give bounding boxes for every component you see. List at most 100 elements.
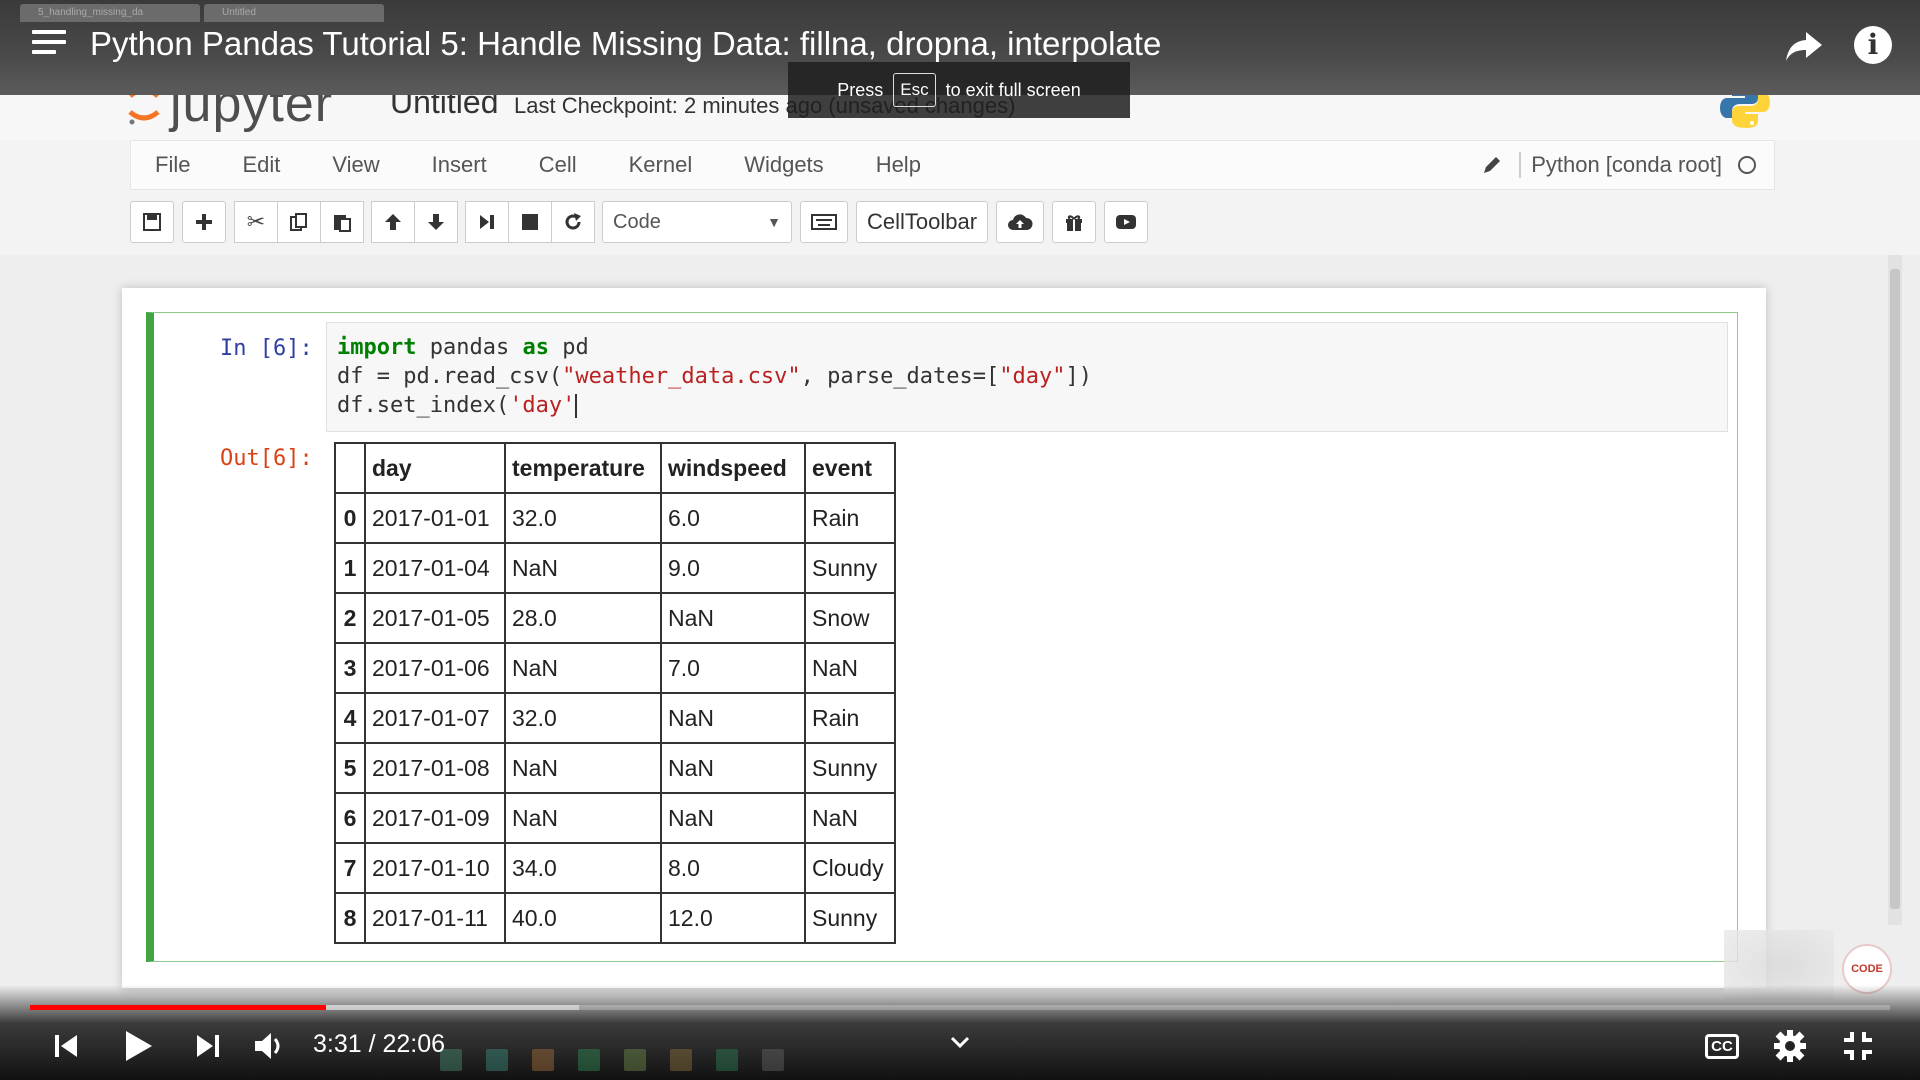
cell-event: Sunny [804,742,896,794]
browser-tab[interactable]: 5_handling_missing_da [20,4,200,22]
table-row: 3 2017-01-06 NaN 7.0 NaN [334,642,896,694]
stop-button[interactable] [508,201,552,243]
keyboard-icon [811,214,837,230]
previous-button[interactable] [48,1024,84,1068]
row-index: 1 [334,542,366,594]
cell-event: NaN [804,792,896,844]
table-row: 0 2017-01-01 32.0 6.0 Rain [334,492,896,544]
captions-label: CC [1705,1033,1739,1059]
youtube-button[interactable] [1104,201,1149,243]
captions-button[interactable]: CC [1704,1024,1740,1068]
restart-icon [565,213,581,230]
cell-day: 2017-01-01 [364,492,506,544]
menu-cell[interactable]: Cell [539,152,577,178]
taskbar-app-icon [716,1049,738,1071]
video-title[interactable]: Python Pandas Tutorial 5: Handle Missing… [90,24,1161,64]
table-row: 5 2017-01-08 NaN NaN Sunny [334,742,896,794]
copy-button[interactable] [277,201,321,243]
scrollbar-thumb[interactable] [1890,269,1900,909]
text-cursor [575,394,578,418]
cell-windspeed: 6.0 [660,492,806,544]
menu-view[interactable]: View [332,152,379,178]
code-editor[interactable]: import pandas as pd df = pd.read_csv("we… [326,322,1728,432]
fullscreen-toast: Press Esc to exit full screen [788,62,1130,118]
cell-event: Rain [804,492,896,544]
cell-windspeed: NaN [660,792,806,844]
cell-temperature: 32.0 [504,692,662,744]
cell-event: NaN [804,642,896,694]
cloud-upload-button[interactable] [996,201,1045,243]
gift-icon [1066,215,1083,231]
paste-button[interactable] [320,201,364,243]
skip-previous-icon [55,1035,77,1057]
cell-day: 2017-01-05 [364,592,506,644]
restart-button[interactable] [551,201,595,243]
cell-type-value: Code [613,210,661,233]
stop-icon [522,214,538,230]
esc-key-badge: Esc [893,73,936,107]
menu-help[interactable]: Help [876,152,921,178]
column-header-temperature: temperature [504,442,662,494]
page-scrollbar[interactable] [1888,255,1902,925]
pencil-icon[interactable] [1481,154,1503,176]
cut-button[interactable]: ✂ [234,201,278,243]
exit-fullscreen-button[interactable] [1838,1024,1878,1068]
cell-temperature: 28.0 [504,592,662,644]
cell-temperature: 34.0 [504,842,662,894]
row-index: 4 [334,692,366,744]
progress-bar[interactable] [30,1005,1890,1010]
next-button[interactable] [190,1024,226,1068]
youtube-icon [1116,215,1137,229]
chevron-down-icon: ▼ [767,214,781,230]
run-button[interactable] [465,201,509,243]
save-icon [143,213,161,231]
table-row: 1 2017-01-04 NaN 9.0 Sunny [334,542,896,594]
chevron-down-icon[interactable] [948,1030,972,1054]
menu-kernel[interactable]: Kernel [629,152,693,178]
cell-day: 2017-01-06 [364,642,506,694]
share-icon[interactable] [1784,28,1824,64]
play-button[interactable] [118,1024,158,1068]
move-down-button[interactable] [414,201,458,243]
mute-button[interactable] [250,1024,290,1068]
cell-temperature: NaN [504,642,662,694]
move-up-button[interactable] [371,201,415,243]
cell-day: 2017-01-10 [364,842,506,894]
table-row: 6 2017-01-09 NaN NaN NaN [334,792,896,844]
info-icon[interactable]: i [1854,26,1892,64]
cell-day: 2017-01-07 [364,692,506,744]
celltoolbar-button[interactable]: CellToolbar [856,201,989,243]
code-line-3: df.set_index('day' [337,393,578,418]
menu-insert[interactable]: Insert [432,152,487,178]
table-row: 2 2017-01-05 28.0 NaN Snow [334,592,896,644]
move-down-icon [428,214,444,230]
dataframe-table: day temperature windspeed event 0 2017-01… [334,442,896,944]
taskbar-app-icon [486,1049,508,1071]
command-palette-button[interactable] [800,201,848,243]
row-index: 2 [334,592,366,644]
cell-windspeed: NaN [660,592,806,644]
cell-day: 2017-01-11 [364,892,506,944]
time-display: 3:31 / 22:06 [313,1030,446,1058]
gift-button[interactable] [1052,201,1097,243]
table-row: 7 2017-01-10 34.0 8.0 Cloudy [334,842,896,894]
cell-type-select[interactable]: Code ▼ [602,201,792,243]
save-button[interactable] [130,201,174,243]
browser-tab[interactable]: Untitled [204,4,384,22]
cell-day: 2017-01-08 [364,742,506,794]
playlist-menu-icon[interactable] [32,30,66,60]
menu-file[interactable]: File [155,152,190,178]
add-cell-button[interactable] [182,201,226,243]
volume-icon [255,1033,280,1059]
table-header-row: day temperature windspeed event [334,442,896,494]
menubar: File Edit View Insert Cell Kernel Widget… [130,140,1775,190]
cell-windspeed: NaN [660,692,806,744]
row-index: 7 [334,842,366,894]
cell-temperature: NaN [504,542,662,594]
menu-widgets[interactable]: Widgets [744,152,823,178]
menu-edit[interactable]: Edit [242,152,280,178]
cell-temperature: 40.0 [504,892,662,944]
settings-button[interactable] [1770,1024,1810,1068]
output-prompt: Out[6]: [220,446,313,471]
cell-temperature: 32.0 [504,492,662,544]
